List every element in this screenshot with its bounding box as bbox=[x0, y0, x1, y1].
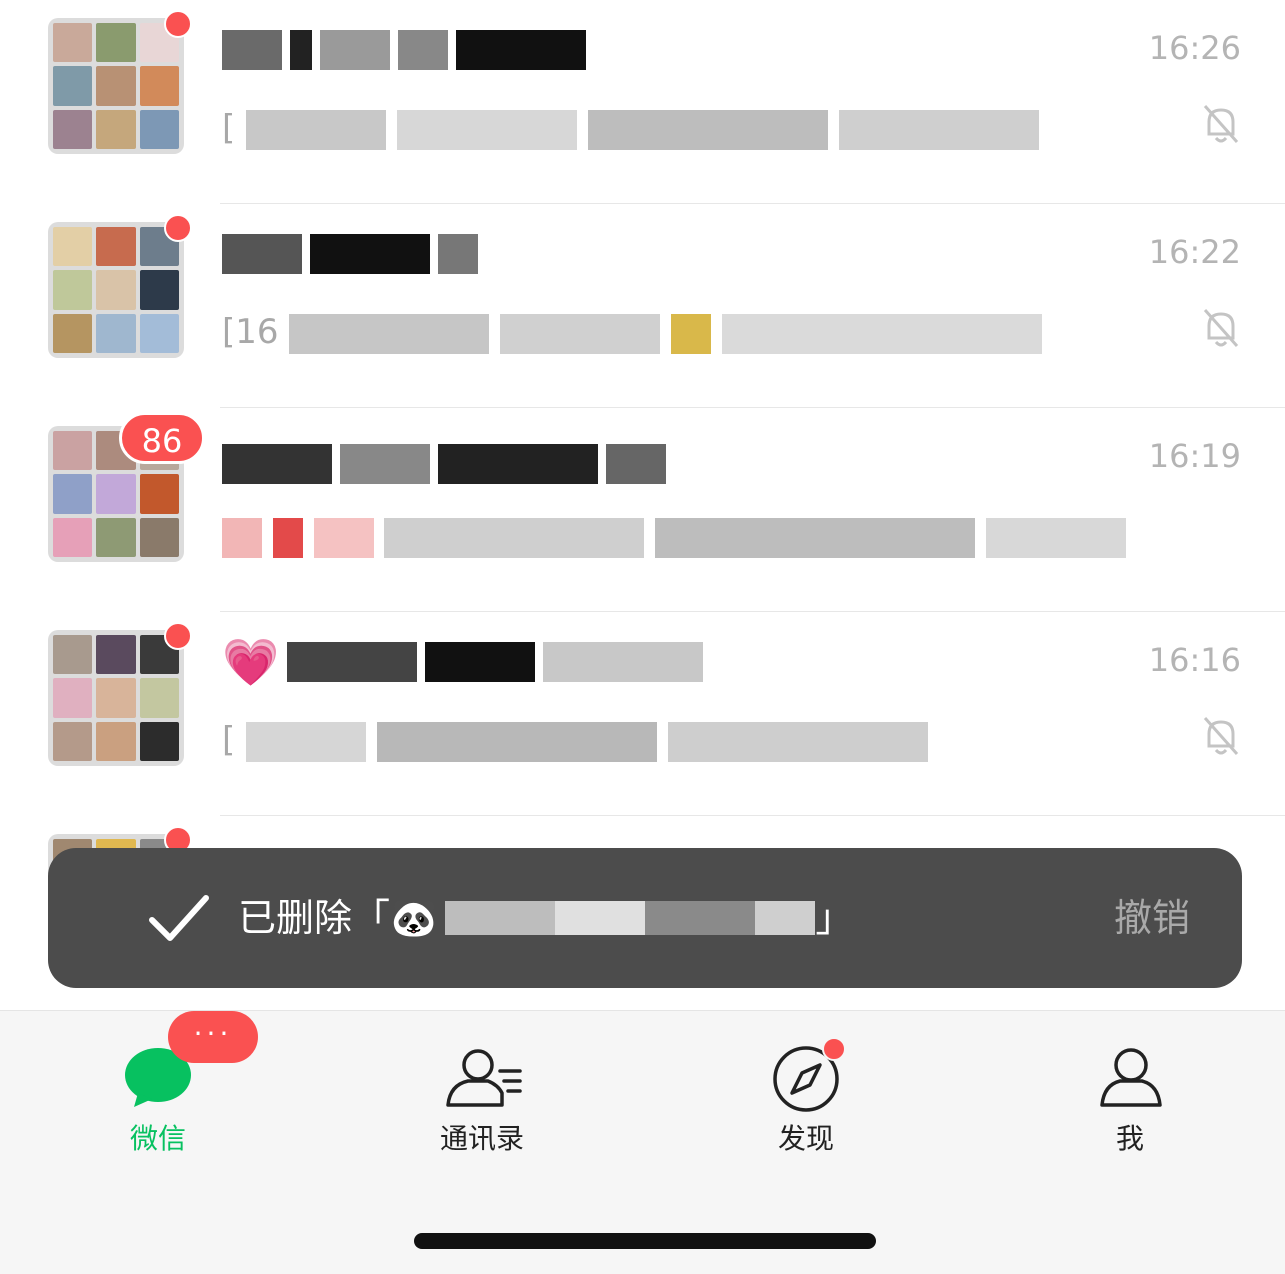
chat-row[interactable]: 86 16:19 bbox=[0, 408, 1285, 612]
person-icon bbox=[1100, 1048, 1162, 1107]
chat-title-redacted bbox=[222, 436, 782, 492]
chat-title-redacted bbox=[222, 226, 782, 282]
more-badge: ··· bbox=[168, 1011, 258, 1063]
chat-time: 16:22 bbox=[1148, 233, 1241, 271]
chat-preview-redacted: [16 bbox=[222, 306, 1152, 358]
group-avatar bbox=[48, 630, 184, 766]
heart-emoji: 💗 bbox=[222, 635, 280, 689]
unread-dot bbox=[164, 10, 192, 38]
group-avatar bbox=[48, 18, 184, 154]
chat-preview-redacted bbox=[222, 510, 1152, 562]
contacts-icon bbox=[446, 1049, 522, 1107]
tab-label: 发现 bbox=[777, 1122, 834, 1155]
tab-contacts[interactable]: 通讯录 bbox=[382, 1011, 582, 1181]
tab-me[interactable]: 我 bbox=[1030, 1011, 1230, 1181]
home-indicator[interactable] bbox=[414, 1233, 876, 1249]
unread-count-badge: 86 bbox=[119, 412, 205, 464]
chat-title-redacted bbox=[222, 22, 782, 78]
chat-row[interactable]: 16:22 [16 bbox=[0, 204, 1285, 408]
tab-label: 微信 bbox=[129, 1122, 186, 1155]
discover-dot bbox=[822, 1037, 846, 1061]
chat-title-redacted: 💗 bbox=[222, 634, 782, 690]
group-avatar bbox=[48, 222, 184, 358]
chat-row[interactable]: 16:26 [ bbox=[0, 0, 1285, 204]
tab-chats[interactable]: ··· 微信 bbox=[58, 1011, 258, 1181]
tab-label: 我 bbox=[1115, 1122, 1144, 1155]
mute-bell-icon bbox=[1203, 105, 1239, 143]
toast-message: 已删除「 🐼 」 bbox=[238, 884, 853, 952]
chat-preview-redacted: [ bbox=[222, 102, 1152, 154]
chat-row[interactable]: 💗 16:16 [ bbox=[0, 612, 1285, 816]
unread-dot bbox=[164, 622, 192, 650]
panda-emoji: 🐼 bbox=[390, 896, 438, 940]
mute-bell-icon bbox=[1203, 309, 1239, 347]
checkmark-icon bbox=[149, 895, 209, 941]
undo-button[interactable]: 撤销 bbox=[1114, 884, 1190, 952]
unread-dot bbox=[164, 214, 192, 242]
tab-discover[interactable]: 发现 bbox=[706, 1011, 906, 1181]
mute-bell-icon bbox=[1203, 717, 1239, 755]
chat-time: 16:19 bbox=[1148, 437, 1241, 475]
chat-time: 16:26 bbox=[1148, 29, 1241, 67]
deleted-toast: 已删除「 🐼 」 撤销 bbox=[48, 848, 1242, 988]
tab-label: 通讯录 bbox=[439, 1122, 524, 1155]
chat-time: 16:16 bbox=[1148, 641, 1241, 679]
chat-preview-redacted: [ bbox=[222, 714, 1152, 766]
